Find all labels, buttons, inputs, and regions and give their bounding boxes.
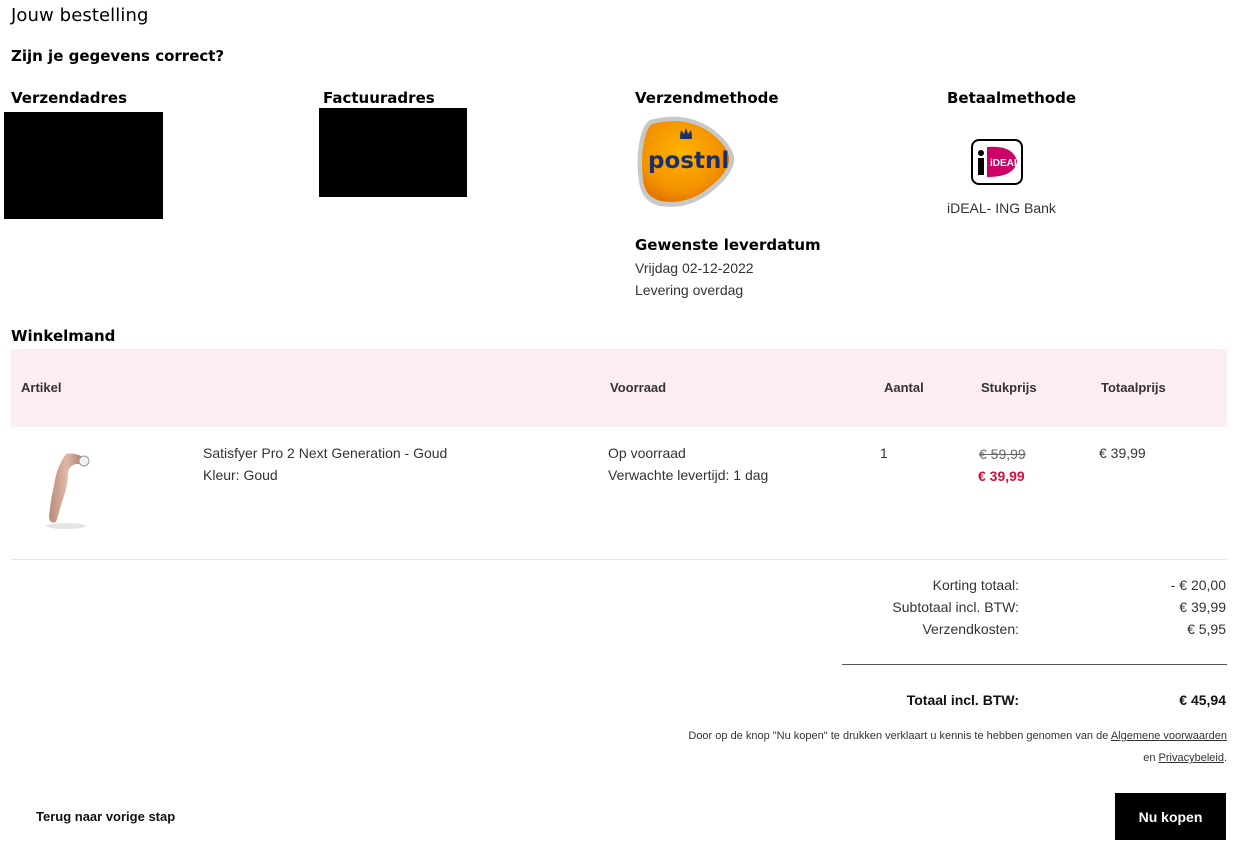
shipping-address-redacted — [4, 112, 163, 219]
row-divider — [11, 559, 1227, 560]
total-value: € 45,94 — [1179, 692, 1226, 708]
total-label: Totaal incl. BTW: — [906, 692, 1019, 708]
terms-line1: Door op de knop "Nu kopen" te drukken ve… — [688, 730, 1109, 742]
product-total-price: € 39,99 — [1099, 445, 1146, 461]
product-stock: Op voorraad — [608, 445, 686, 461]
product-quantity: 1 — [880, 445, 888, 461]
discount-value: - € 20,00 — [1170, 577, 1226, 593]
discount-label: Korting totaal: — [932, 577, 1019, 593]
shipping-cost-label: Verzendkosten: — [922, 621, 1019, 637]
terms-text: Door op de knop "Nu kopen" te drukken ve… — [500, 725, 1227, 769]
product-lead-time: Verwachte levertijd: 1 dag — [608, 467, 769, 483]
product-old-price: € 59,99 — [979, 446, 1026, 462]
terms-line2-suffix: . — [1223, 752, 1227, 764]
page-title: Jouw bestelling — [11, 5, 149, 26]
ideal-logo-text: iDEAL — [990, 158, 1020, 169]
subtotal-label: Subtotaal incl. BTW: — [892, 599, 1019, 615]
ideal-logo: iDEAL — [971, 139, 1023, 185]
subtotal-value: € 39,99 — [1179, 599, 1226, 615]
delivery-date: Vrijdag 02-12-2022 — [635, 260, 754, 276]
shipping-cost-value: € 5,95 — [1187, 621, 1226, 637]
total-divider — [842, 664, 1227, 665]
column-unit-price: Stukprijs — [981, 380, 1037, 395]
billing-address-redacted — [319, 108, 467, 197]
shipping-address-heading: Verzendadres — [11, 89, 128, 107]
cart-heading: Winkelmand — [11, 327, 116, 345]
delivery-window: Levering overdag — [635, 282, 744, 298]
back-button[interactable]: Terug naar vorige stap — [36, 809, 175, 824]
column-quantity: Aantal — [884, 380, 924, 395]
payment-method-heading: Betaalmethode — [947, 89, 1077, 107]
postnl-logo-text: postnl — [648, 148, 729, 174]
product-new-price: € 39,99 — [978, 468, 1025, 484]
payment-method-label: iDEAL- ING Bank — [947, 200, 1056, 216]
product-image[interactable] — [40, 446, 96, 534]
postnl-logo: postnl — [636, 112, 736, 210]
column-total-price: Totaalprijs — [1101, 380, 1166, 395]
terms-line2-prefix: en — [1143, 752, 1156, 764]
product-variant: Kleur: Goud — [203, 467, 278, 483]
product-name[interactable]: Satisfyer Pro 2 Next Generation - Goud — [203, 442, 447, 464]
page-subtitle: Zijn je gegevens correct? — [11, 47, 225, 65]
terms-link[interactable]: Algemene voorwaarden — [1111, 730, 1227, 742]
buy-now-button[interactable]: Nu kopen — [1115, 793, 1226, 840]
privacy-link[interactable]: Privacybeleid — [1159, 752, 1224, 764]
delivery-date-heading: Gewenste leverdatum — [635, 236, 821, 254]
column-article: Artikel — [21, 380, 62, 395]
billing-address-heading: Factuuradres — [323, 89, 435, 107]
column-stock: Voorraad — [610, 380, 667, 395]
shipping-method-heading: Verzendmethode — [635, 89, 779, 107]
